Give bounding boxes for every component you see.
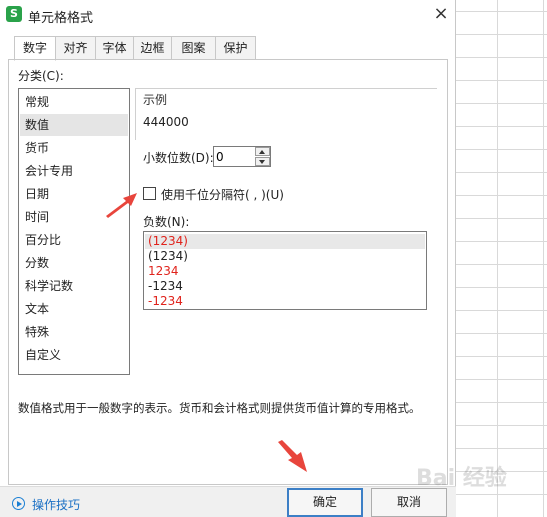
- thousand-separator-label[interactable]: 使用千位分隔符( , )(U): [161, 186, 284, 203]
- negative-item[interactable]: (1234): [145, 234, 425, 249]
- negative-item[interactable]: -1234: [145, 279, 425, 294]
- tab-bar: 数字 对齐 字体 边框 图案 保护: [14, 36, 256, 61]
- category-item-currency[interactable]: 货币: [20, 137, 128, 159]
- category-item-scientific[interactable]: 科学记数: [20, 275, 128, 297]
- category-item-general[interactable]: 常规: [20, 91, 128, 113]
- ok-button[interactable]: 确定: [287, 488, 363, 517]
- annotation-arrow-icon: [106, 193, 137, 218]
- negative-numbers-label: 负数(N):: [143, 215, 190, 229]
- sample-legend: 示例: [143, 93, 168, 107]
- app-icon: S: [6, 6, 22, 22]
- annotation-arrow-icon: [278, 440, 307, 472]
- negative-item[interactable]: 1234: [145, 264, 425, 279]
- play-circle-icon[interactable]: [12, 497, 25, 510]
- decimal-places-label: 小数位数(D):: [143, 151, 214, 165]
- tab-font[interactable]: 字体: [96, 36, 134, 60]
- category-item-accounting[interactable]: 会计专用: [20, 160, 128, 182]
- tab-pattern[interactable]: 图案: [172, 36, 216, 60]
- negative-numbers-list[interactable]: (1234) (1234) 1234 -1234 -1234: [143, 231, 427, 310]
- cancel-button[interactable]: 取消: [371, 488, 447, 517]
- category-item-special[interactable]: 特殊: [20, 321, 128, 343]
- category-item-text[interactable]: 文本: [20, 298, 128, 320]
- decimal-places-stepper[interactable]: [213, 146, 271, 167]
- sample-value: 444000: [143, 115, 189, 129]
- title-bar[interactable]: S 单元格格式 ×: [0, 0, 456, 30]
- decimal-places-input[interactable]: [216, 148, 252, 165]
- negative-item[interactable]: -1234: [145, 294, 425, 309]
- tab-alignment[interactable]: 对齐: [56, 36, 96, 60]
- category-item-number[interactable]: 数值: [20, 114, 128, 136]
- tab-number[interactable]: 数字: [14, 36, 56, 61]
- category-item-fraction[interactable]: 分数: [20, 252, 128, 274]
- category-item-percentage[interactable]: 百分比: [20, 229, 128, 251]
- category-item-custom[interactable]: 自定义: [20, 344, 128, 366]
- thousand-separator-checkbox[interactable]: [143, 187, 156, 200]
- category-label: 分类(C):: [18, 69, 64, 83]
- watermark: Bai 经验: [416, 466, 507, 491]
- category-list[interactable]: 常规 数值 货币 会计专用 日期 时间 百分比 分数 科学记数 文本 特殊 自定…: [18, 88, 130, 375]
- dialog-title: 单元格格式: [28, 11, 94, 26]
- spreadsheet-background: [455, 0, 547, 517]
- triangle-down-icon: [259, 160, 265, 164]
- negative-item[interactable]: (1234): [145, 249, 425, 264]
- spin-down-button[interactable]: [255, 157, 270, 166]
- tab-border[interactable]: 边框: [134, 36, 172, 60]
- tips-link[interactable]: 操作技巧: [32, 496, 80, 513]
- triangle-up-icon: [259, 150, 265, 154]
- close-icon[interactable]: ×: [430, 4, 452, 26]
- format-cells-dialog: S 单元格格式 × 数字 对齐 字体 边框 图案 保护 分类(C): 常规 数值…: [0, 0, 456, 517]
- spin-up-button[interactable]: [255, 147, 270, 156]
- tab-protection[interactable]: 保护: [216, 36, 256, 60]
- sample-group: [135, 88, 437, 140]
- format-description: 数值格式用于一般数字的表示。货币和会计格式则提供货币值计算的专用格式。: [18, 401, 421, 415]
